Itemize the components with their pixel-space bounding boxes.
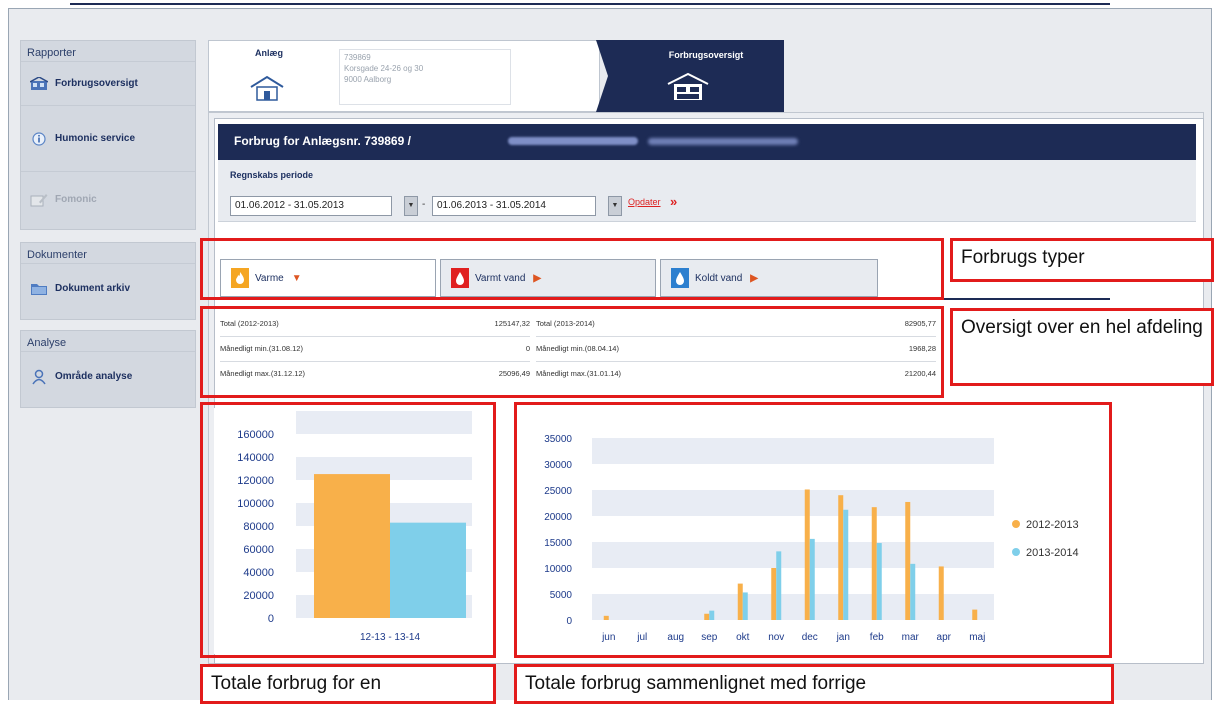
address-line: 739869 xyxy=(344,53,371,62)
sidebar-heading-analyse: Analyse xyxy=(27,337,67,349)
sidebar-section-rapporter: Rapporter Forbrugsoversigt Humonic servi… xyxy=(20,40,196,230)
period-to-select[interactable]: 01.06.2013 - 31.05.2014 xyxy=(432,196,596,216)
sidebar-heading-dokumenter: Dokumenter xyxy=(27,249,87,261)
sidebar-heading-rapporter: Rapporter xyxy=(27,47,76,59)
sidebar-section-dokumenter: Dokumenter Dokument arkiv xyxy=(20,242,196,320)
period-dash: - xyxy=(422,199,426,210)
annotation-overview: Oversigt over en hel afdeling xyxy=(950,308,1214,386)
redacted-name xyxy=(648,138,798,145)
sidebar-item-label: Humonic service xyxy=(55,133,136,144)
address-line: Korsgade 24-26 og 30 xyxy=(344,64,424,73)
annotation-frame-types xyxy=(200,238,944,300)
annotation-types: Forbrugs typer xyxy=(950,238,1214,282)
period-to-dropdown-button[interactable]: ▼ xyxy=(608,196,622,216)
sidebar-section-analyse: Analyse Område analyse xyxy=(20,330,196,408)
sidebar-item-omraade-analyse[interactable]: Område analyse xyxy=(21,351,195,401)
folder-icon xyxy=(29,281,49,297)
tab-anlaeg[interactable]: Anlæg 739869 Korsgade 24-26 og 30 9000 A… xyxy=(208,40,600,112)
redacted-name xyxy=(508,137,638,145)
period-from-select[interactable]: 01.06.2012 - 31.05.2013 xyxy=(230,196,392,216)
sidebar-item-dokument-arkiv[interactable]: Dokument arkiv xyxy=(21,263,195,313)
update-link[interactable]: Opdater xyxy=(628,197,661,207)
top-border-line xyxy=(70,3,1110,5)
annotation-frame-monthly-chart xyxy=(514,402,1112,658)
sidebar-item-fomonic[interactable]: Fomonic xyxy=(21,171,195,227)
info-icon xyxy=(29,131,49,147)
tab-forbrugsoversigt[interactable]: Forbrugsoversigt xyxy=(596,40,784,112)
sidebar-item-label: Område analyse xyxy=(55,371,133,382)
annotation-total: Totale forbrug for en xyxy=(200,664,496,704)
period-from-dropdown-button[interactable]: ▼ xyxy=(404,196,418,216)
page-title: Forbrug for Anlægsnr. 739869 / xyxy=(218,124,1196,160)
period-selector: Regnskabs periode 01.06.2012 - 31.05.201… xyxy=(218,160,1196,222)
period-label: Regnskabs periode xyxy=(230,170,314,180)
sidebar-item-label: Forbrugsoversigt xyxy=(55,78,138,89)
pencil-icon xyxy=(29,192,49,208)
sidebar-item-forbrugsoversigt[interactable]: Forbrugsoversigt xyxy=(21,61,195,105)
tab-anlaeg-label: Anlæg xyxy=(255,48,283,58)
person-icon xyxy=(29,369,49,385)
update-arrows-icon[interactable]: » xyxy=(670,194,677,209)
address-line: 9000 Aalborg xyxy=(344,75,392,84)
annotation-frame-overview xyxy=(200,306,944,398)
page-title-text: Forbrug for Anlægsnr. 739869 / xyxy=(234,134,411,148)
annotation-frame-total-chart xyxy=(200,402,496,658)
tab-forbrugsoversigt-label: Forbrugsoversigt xyxy=(668,50,744,60)
house-icon xyxy=(29,76,49,92)
address-box: 739869 Korsgade 24-26 og 30 9000 Aalborg xyxy=(339,49,511,105)
annotation-compare: Totale forbrug sammenlignet med forrige xyxy=(514,664,1114,704)
sidebar-item-label: Fomonic xyxy=(55,194,97,205)
house-icon xyxy=(249,75,285,106)
sidebar-item-humonic-service[interactable]: Humonic service xyxy=(21,105,195,171)
sidebar-item-label: Dokument arkiv xyxy=(55,283,131,294)
